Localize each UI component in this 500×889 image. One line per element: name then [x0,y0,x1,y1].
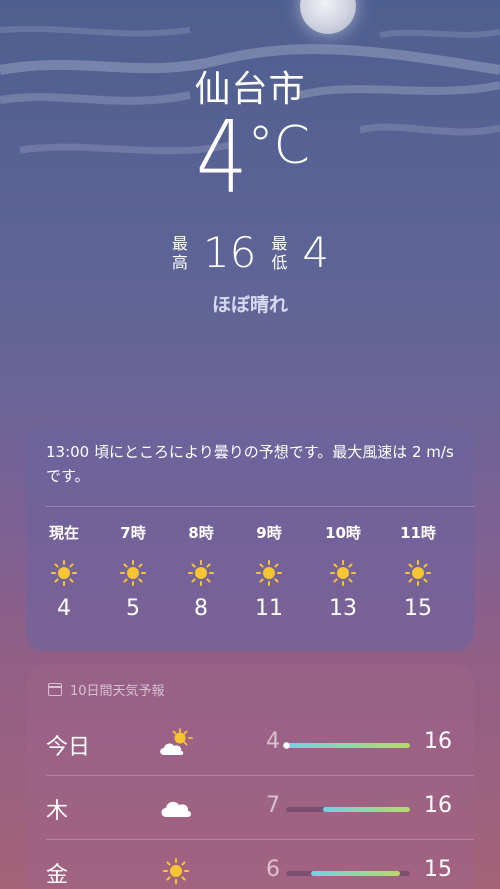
daily-header: 10日間天気予報 [48,680,165,699]
day-name: 今日 [46,735,91,760]
hour-time: 8時 [188,524,214,542]
hour-temp: 11 [255,596,283,621]
sun-icon [29,556,99,590]
hour-item: 10時 13 [308,522,378,621]
low-value: 4 [302,228,330,277]
temp-range-fill [286,743,410,748]
cloud-icon [158,789,194,825]
day-low: 4 [266,729,280,754]
day-high: 16 [424,793,452,818]
hourly-forecast-card[interactable]: 13:00 頃にところにより曇りの予想です。最大風速は 2 m/s です。 現在… [26,426,474,651]
divider [46,506,474,507]
hour-temp: 5 [126,596,140,621]
condition: ほぼ晴れ [211,294,288,316]
day-row[interactable]: 木 7 16 [26,777,474,841]
temp-range-bar [283,742,410,749]
hour-item: 11時 15 [383,522,453,621]
high-low: 最高 16 最低 4 [0,232,500,274]
temp-range-fill [310,871,401,876]
hour-time: 10時 [325,524,361,542]
sun-icon [166,556,236,590]
divider [46,839,474,840]
moon-icon [300,0,356,34]
divider [46,775,474,776]
partly-cloudy-icon [158,725,194,761]
day-row[interactable]: 金 6 15 [26,841,474,889]
daily-forecast-card[interactable]: 10日間天気予報 今日 4 16 木 7 16 金 6 15 [26,665,474,889]
low-label: 最低 [271,234,288,272]
temp-range-fill [323,807,410,812]
hour-item: 8時 8 [166,522,236,621]
hour-item: 現在 4 [29,522,99,621]
current-temperature: 4°C [0,108,500,208]
day-high: 15 [424,857,452,882]
sun-icon [98,556,168,590]
day-name: 木 [46,799,69,824]
hour-temp: 8 [194,596,208,621]
hourly-summary: 13:00 頃にところにより曇りの予想です。最大風速は 2 m/s です。 [46,443,454,485]
sun-icon [308,556,378,590]
hour-item: 9時 11 [234,522,304,621]
hour-time: 11時 [400,524,436,542]
temperature-unit: °C [247,116,310,176]
hour-time: 9時 [256,524,282,542]
temperature-value: 4 [195,99,248,216]
calendar-icon [48,683,62,696]
hour-temp: 4 [57,596,71,621]
daily-header-label: 10日間天気予報 [70,684,165,699]
hour-temp: 15 [404,596,432,621]
hour-item: 7時 5 [98,522,168,621]
temp-range-bar [286,871,410,876]
hour-temp: 13 [329,596,357,621]
day-low: 6 [266,857,280,882]
high-label: 最高 [171,234,188,272]
sun-icon [383,556,453,590]
day-high: 16 [424,729,452,754]
day-name: 金 [46,863,69,888]
city-name: 仙台市 [194,69,306,110]
sun-icon [158,853,194,889]
hour-time: 現在 [48,524,79,542]
sun-icon [234,556,304,590]
hourly-list[interactable]: 現在 4 7時 5 8時 8 9時 11 10時 13 11時 15 [26,522,474,632]
high-value: 16 [202,228,257,277]
temp-range-bar [286,807,410,812]
current-temp-dot [283,742,290,749]
day-low: 7 [266,793,280,818]
day-row[interactable]: 今日 4 16 [26,713,474,777]
hour-time: 7時 [120,524,146,542]
